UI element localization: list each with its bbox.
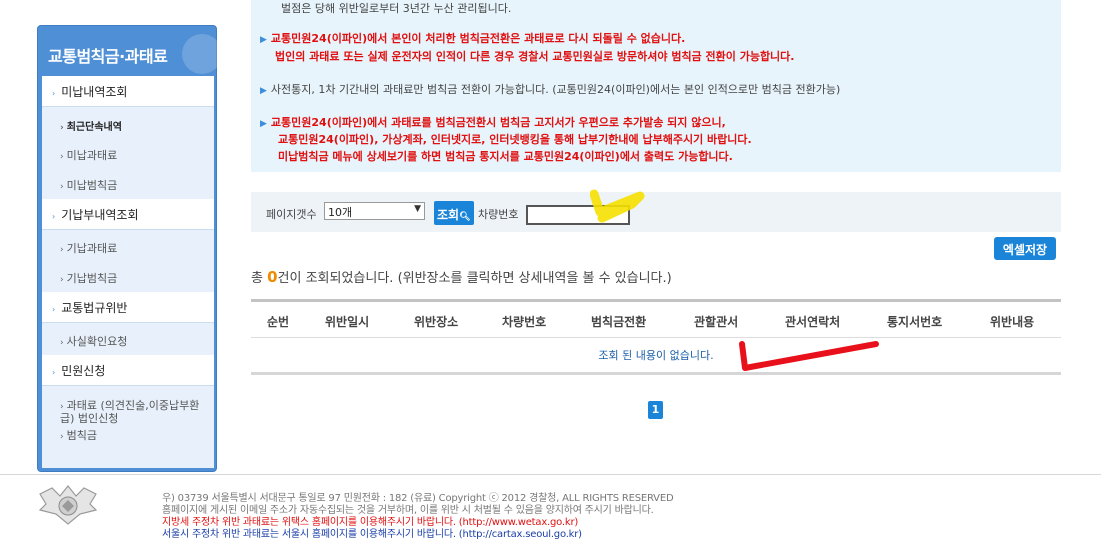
notice-line: 미납범칙금 메뉴에 상세보기를 하면 범칙금 통지서를 교통민원24(이파인)에… xyxy=(278,150,733,163)
column-header: 범칙금전환 xyxy=(591,315,647,329)
excel-save-button[interactable]: 엑셀저장 xyxy=(994,237,1056,260)
notice-box: 벌점은 당해 위반일로부터 3년간 누산 관리됩니다. ▶ 교통민원24(이파인)… xyxy=(251,0,1061,172)
sidebar-item-label: 기납부내역조회 xyxy=(61,208,139,222)
sidebar-item-unpaid[interactable]: › 미납내역조회 xyxy=(42,76,214,107)
notice-line: 법인의 과태료 또는 실제 운전자의 인적이 다른 경우 경찰서 교통민원실로 … xyxy=(275,50,795,63)
table-header-row: 순번 위반일시 위반장소 차량번호 범칙금전환 관할관서 관서연락처 통지서번호… xyxy=(251,302,1061,338)
sidebar-sub-recent[interactable]: › 최근단속내역 xyxy=(60,118,122,133)
triangle-bullet-icon: ▶ xyxy=(260,35,267,45)
result-count-number: 0 xyxy=(267,268,278,286)
notice-line: ▶ 사전통지, 1차 기간내의 과태료만 범칙금 전환이 가능합니다. (교통민원… xyxy=(260,83,841,96)
red-underline-annotation xyxy=(739,341,879,371)
sidebar-sub-fine-appeal-cont[interactable]: 급) 법인신청 xyxy=(60,410,118,426)
triangle-bullet-icon: ▶ xyxy=(260,86,267,96)
column-header: 관할관서 xyxy=(694,315,739,329)
sidebar-item-label: 미납내역조회 xyxy=(61,85,128,99)
search-button[interactable]: 조회🔍︎ xyxy=(434,201,474,225)
column-header: 위반일시 xyxy=(325,315,370,329)
triangle-bullet-icon: ▶ xyxy=(260,119,267,129)
search-icon: 🔍︎ xyxy=(459,212,471,222)
column-header: 관서연락처 xyxy=(785,315,841,329)
page-count-value: 10개 xyxy=(328,206,353,219)
footer-divider xyxy=(0,474,1101,475)
sidebar-sub-unpaid-fine[interactable]: › 미납과태료 xyxy=(60,147,117,163)
sidebar-sub-paid-fine[interactable]: › 기납과태료 xyxy=(60,240,117,256)
result-count: 총 0건이 조회되었습니다. (위반장소를 클릭하면 상세내역을 볼 수 있습니… xyxy=(251,268,672,286)
page-count-label: 페이지갯수 xyxy=(266,208,317,221)
table-bottom-border xyxy=(251,372,1061,375)
sidebar-title-decoration xyxy=(182,34,222,74)
sidebar-sub-penalty[interactable]: › 범칙금 xyxy=(60,427,97,443)
footer-cartax-link[interactable]: 서울시 주정차 위반 과태료는 서울시 홈페이지를 이용해주시기 바랍니다. (… xyxy=(162,525,582,540)
sidebar-sub-fact-check[interactable]: › 사실확인요청 xyxy=(60,333,127,349)
caret-right-icon: › xyxy=(52,89,56,98)
sidebar-sub-unpaid-penalty[interactable]: › 미납범칙금 xyxy=(60,177,117,193)
yellow-highlight-annotation xyxy=(590,189,645,223)
caret-right-icon: › xyxy=(52,212,56,221)
police-emblem-logo xyxy=(38,485,98,525)
sidebar-sub-paid-penalty[interactable]: › 기납범칙금 xyxy=(60,270,117,286)
chevron-down-icon: ▼ xyxy=(414,204,421,214)
table-empty-message: 조회 된 내용이 없습니다. xyxy=(598,349,714,362)
search-bar: 페이지갯수 10개 ▼ 조회🔍︎ 차량번호 xyxy=(251,192,1061,232)
sidebar-item-paid[interactable]: › 기납부내역조회 xyxy=(42,199,214,230)
column-header: 통지서번호 xyxy=(887,315,943,329)
plate-label: 차량번호 xyxy=(478,208,519,221)
column-header: 위반장소 xyxy=(414,315,459,329)
notice-line: 벌점은 당해 위반일로부터 3년간 누산 관리됩니다. xyxy=(281,2,512,15)
sidebar-title: 교통범칙금·과태료 xyxy=(38,26,222,76)
sidebar-item-label: 교통법규위반 xyxy=(61,301,128,315)
sidebar-title-text: 교통범칙금·과태료 xyxy=(48,47,168,66)
pagination-page-1[interactable]: 1 xyxy=(648,401,663,419)
sidebar: 교통범칙금·과태료 › 미납내역조회 › 최근단속내역 › 미납과태료 › 미납범칙금 … xyxy=(37,25,222,472)
column-header: 차량번호 xyxy=(502,315,547,329)
sidebar-menu: › 미납내역조회 › 최근단속내역 › 미납과태료 › 미납범칙금 › 기납부내역조회 ›… xyxy=(42,76,214,468)
sidebar-item-violation[interactable]: › 교통법규위반 xyxy=(42,292,214,323)
caret-right-icon: › xyxy=(52,305,56,314)
notice-line: ▶ 교통민원24(이파인)에서 과태료를 범칙금전환시 범칙금 고지서가 우편으로… xyxy=(260,116,726,129)
sidebar-item-petition[interactable]: › 민원신청 xyxy=(42,355,214,386)
sidebar-item-label: 민원신청 xyxy=(61,364,106,378)
notice-line: ▶ 교통민원24(이파인)에서 본인이 처리한 범칙금전환은 과태료로 다시 되돌… xyxy=(260,32,686,45)
caret-right-icon: › xyxy=(52,368,56,377)
column-header: 순번 xyxy=(267,315,290,329)
column-header: 위반내용 xyxy=(990,315,1035,329)
page-count-select[interactable]: 10개 ▼ xyxy=(324,202,425,220)
notice-line: 교통민원24(이파인), 가상계좌, 인터넷지로, 인터넷뱅킹을 통해 납부기한… xyxy=(278,133,752,146)
